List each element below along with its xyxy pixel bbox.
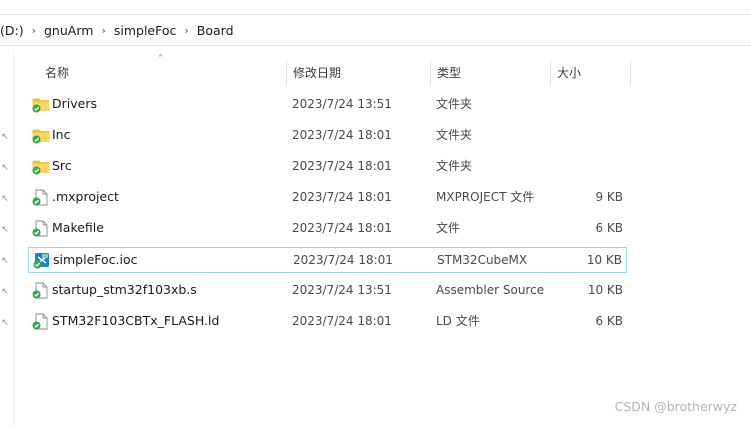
file-type: 文件夹 (436, 97, 473, 111)
file-size: 6 KB (595, 314, 623, 328)
file-icon (32, 313, 50, 330)
column-header-row: ˄ 名称 修改日期 类型 大小 (30, 54, 750, 88)
chevron-right-icon[interactable]: › (32, 24, 36, 37)
file-type: Assembler Source (436, 283, 545, 297)
folder-icon (32, 96, 50, 113)
file-icon (32, 282, 50, 299)
file-modified-date: 2023/7/24 18:01 (292, 190, 392, 204)
column-header-size[interactable]: 大小 (557, 58, 581, 88)
file-modified-date: 2023/7/24 18:01 (292, 221, 392, 235)
folder-icon (32, 158, 50, 175)
file-modified-date: 2023/7/24 18:01 (292, 159, 392, 173)
sort-ascending-icon: ˄ (158, 54, 163, 65)
chevron-right-icon[interactable]: › (184, 24, 188, 37)
breadcrumb-board[interactable]: Board (197, 23, 234, 38)
file-size: 9 KB (595, 190, 623, 204)
watermark: CSDN @brotherwyz (614, 399, 737, 414)
file-name: .mxproject (52, 189, 119, 204)
pin-icon[interactable]: ↖ (0, 132, 10, 142)
pin-icon[interactable]: ↖ (0, 225, 10, 235)
breadcrumb-simplefoc[interactable]: simpleFoc (114, 23, 177, 38)
file-name: Makefile (52, 220, 104, 235)
file-type: LD 文件 (436, 314, 480, 328)
file-type: MXPROJECT 文件 (436, 190, 535, 204)
pin-icon[interactable]: ↖ (0, 318, 10, 328)
file-row[interactable]: Inc 2023/7/24 18:01 文件夹 (28, 123, 627, 149)
navigation-pane: ↖ ↖ ↖ ↖ ↖ ↖ ↖ (0, 52, 14, 426)
file-name: startup_stm32f103xb.s (52, 282, 197, 297)
file-icon (32, 220, 50, 237)
file-type: 文件 (436, 221, 461, 235)
file-modified-date: 2023/7/24 18:01 (293, 253, 393, 267)
file-row[interactable]: Makefile 2023/7/24 18:01 文件 6 KB (28, 216, 627, 242)
file-type: 文件夹 (436, 128, 473, 142)
file-row[interactable]: Src 2023/7/24 18:01 文件夹 (28, 154, 627, 180)
breadcrumb-gnuarm[interactable]: gnuArm (44, 23, 93, 38)
pin-icon[interactable]: ↖ (0, 256, 10, 266)
file-modified-date: 2023/7/24 13:51 (292, 283, 392, 297)
file-row[interactable]: STM32F103CBTx_FLASH.ld 2023/7/24 18:01 LD … (28, 309, 627, 335)
folder-icon (32, 127, 50, 144)
file-type: STM32CubeMX (437, 253, 528, 267)
file-name: Drivers (52, 96, 97, 111)
file-row[interactable]: simpleFoc.ioc 2023/7/24 18:01 STM32CubeMX 1… (28, 247, 627, 273)
file-icon (32, 189, 50, 206)
breadcrumb-drive[interactable]: (D:) (0, 23, 24, 38)
chevron-right-icon[interactable]: › (101, 24, 105, 37)
column-divider[interactable] (550, 60, 551, 86)
column-divider[interactable] (286, 60, 287, 86)
file-size: 10 KB (587, 283, 623, 297)
file-row[interactable]: .mxproject 2023/7/24 18:01 MXPROJECT 文件 9 K… (28, 185, 627, 211)
address-bar[interactable]: (D:) › gnuArm › simpleFoc › Board (0, 14, 751, 46)
pin-icon[interactable]: ↖ (0, 194, 10, 204)
column-header-name[interactable]: 名称 (45, 58, 69, 88)
file-name: Src (52, 158, 72, 173)
file-modified-date: 2023/7/24 13:51 (292, 97, 392, 111)
file-row[interactable]: Drivers 2023/7/24 13:51 文件夹 (28, 92, 627, 118)
file-size: 6 KB (595, 221, 623, 235)
file-size: 10 KB (586, 253, 622, 267)
column-divider[interactable] (630, 60, 631, 86)
pin-icon[interactable]: ↖ (0, 287, 10, 297)
file-row[interactable]: startup_stm32f103xb.s 2023/7/24 13:51 Asse… (28, 278, 627, 304)
column-header-date[interactable]: 修改日期 (293, 58, 341, 88)
file-name: STM32F103CBTx_FLASH.ld (52, 313, 220, 328)
file-name: simpleFoc.ioc (53, 252, 138, 267)
pin-icon[interactable]: ↖ (0, 163, 10, 173)
file-type: 文件夹 (436, 159, 473, 173)
column-header-type[interactable]: 类型 (437, 58, 461, 88)
file-name: Inc (52, 127, 71, 142)
file-modified-date: 2023/7/24 18:01 (292, 314, 392, 328)
cubemx-icon (33, 252, 51, 269)
column-divider[interactable] (430, 60, 431, 86)
file-modified-date: 2023/7/24 18:01 (292, 128, 392, 142)
